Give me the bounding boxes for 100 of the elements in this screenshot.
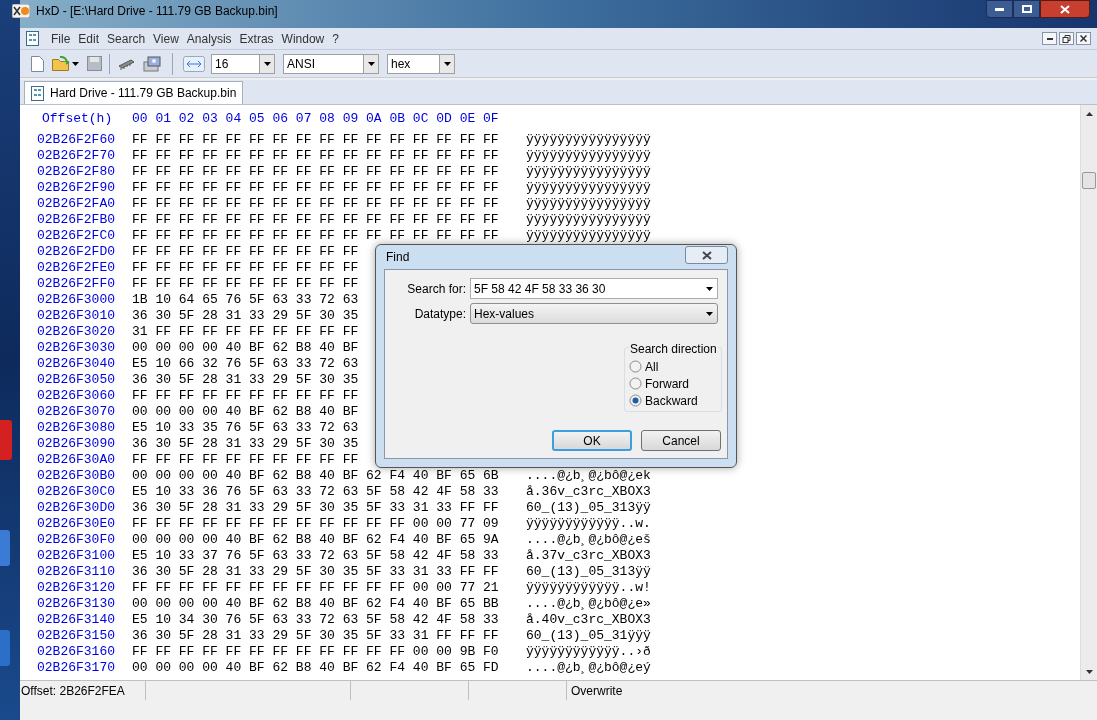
offset-cell: 02B26F3120 [37,580,115,595]
dialog-button[interactable]: Cancel [641,430,721,451]
dropdown[interactable]: 16 [211,53,275,74]
offset-cell: 02B26F2F90 [37,180,115,195]
offset-cell: 02B26F30C0 [37,484,115,499]
document-tab[interactable]: Hard Drive - 111.79 GB Backup.bin [24,81,244,104]
minimize-button[interactable] [1042,32,1057,45]
menu-item[interactable]: View [149,29,183,48]
app-icon [12,4,30,18]
offset-cell: 02B26F3170 [37,660,115,675]
offset-cell: 02B26F30D0 [37,500,115,515]
ascii-text: 60_(13)_05_313ÿÿ [526,564,651,580]
window-title: HxD - [E:\Hard Drive - 111.79 GB Backup.bin] [36,3,278,20]
menu-item[interactable]: Search [103,29,150,48]
hex-bytes: FF FF FF FF FF FF FF FF FF FF FF FF 00 00 9B F0 [132,644,499,659]
caret-icon [72,61,79,66]
radio-button[interactable] [629,394,642,407]
close-button[interactable] [685,246,728,264]
hex-bytes: FF FF FF FF FF FF FF FF FF FF FF FF 00 00 77 21 [132,580,499,595]
menu-item[interactable]: File [47,29,75,48]
offset-cell: 02B26F3130 [37,596,115,611]
hex-bytes: FF FF FF FF FF FF FF FF FF FF FF FF FF FF FF FF [132,196,499,211]
hex-bytes: E5 10 33 36 76 5F 63 33 72 63 5F 58 42 4F 58 33 [132,484,499,499]
hex-bytes: FF FF FF FF FF FF FF FF FF FF FF FF FF FF FF FF [132,164,499,179]
hex-bytes: FF FF FF FF FF FF FF FF FF FF [132,260,359,275]
restore-icon [1062,34,1071,43]
offset-cell: 02B26F3140 [37,612,115,627]
chip-icon [117,57,135,70]
hex-bytes: FF FF FF FF FF FF FF FF FF FF FF FF FF FF FF FF [132,180,499,195]
open-disk-button[interactable] [142,53,162,74]
menu-item[interactable]: Edit [74,29,104,48]
ascii-text: ....@¿b¸@¿bô@¿e» [526,596,651,612]
radio-button[interactable] [629,377,642,390]
restore-button[interactable] [1059,32,1074,45]
ascii-text: ÿÿÿÿÿÿÿÿÿÿÿÿÿÿÿÿ [526,196,651,212]
hex-bytes: 36 30 5F 28 31 33 29 5F 30 35 5F 33 31 33 FF FF [132,564,499,579]
hex-bytes: 36 30 5F 28 31 33 29 5F 30 35 5F 33 31 FF FF FF [132,628,499,643]
document-icon [30,55,44,72]
radio-option[interactable]: All [629,358,721,375]
close-icon [1060,4,1070,14]
hex-bytes: E5 10 33 35 76 5F 63 33 72 63 [132,420,359,435]
open-button[interactable] [52,53,79,74]
dialog-title: Find [385,249,410,266]
menu-item[interactable]: Window [277,29,329,48]
offset-cell: 02B26F3010 [37,308,115,323]
desktop-icon [0,420,12,460]
datatype-dropdown[interactable]: Hex-values [470,303,718,324]
field-label: Datatype: [413,305,467,323]
document-icon [31,85,44,101]
menu-item[interactable]: ? [328,29,343,48]
hex-bytes: 36 30 5F 28 31 33 29 5F 30 35 [132,308,359,323]
hex-bytes: 36 30 5F 28 31 33 29 5F 30 35 [132,436,359,451]
offset-cell: 02B26F3040 [37,356,115,371]
offset-cell: 02B26F2F80 [37,164,115,179]
offset-cell: 02B26F2FB0 [37,212,115,227]
caret-icon [367,61,375,66]
hex-bytes: FF FF FF FF FF FF FF FF FF FF FF FF FF FF FF FF [132,212,499,227]
dropdown[interactable]: hex [387,53,455,74]
hex-bytes: FF FF FF FF FF FF FF FF FF FF [132,276,359,291]
scrollbar[interactable] [1080,105,1097,680]
offset-cell: 02B26F3030 [37,340,115,355]
new-file-button[interactable] [28,53,46,74]
offset-cell: 02B26F2FF0 [37,276,115,291]
ascii-text: å.37v_c3rc_XBOX3 [526,548,651,564]
radio-button[interactable] [629,360,642,373]
save-button[interactable] [85,53,103,74]
radio-option[interactable]: Backward [629,392,721,409]
close-button[interactable] [1040,0,1090,18]
menu-item[interactable]: Extras [235,29,278,48]
minimize-icon [995,7,1004,11]
hex-bytes: 36 30 5F 28 31 33 29 5F 30 35 [132,372,359,387]
close-button[interactable] [1076,32,1091,45]
scroll-thumb[interactable] [1082,172,1096,189]
minimize-button[interactable] [986,0,1013,18]
search-field[interactable]: 5F 58 42 4F 58 33 36 30 [470,278,718,299]
radio-option[interactable]: Forward [629,375,721,392]
column-header: 00 01 02 03 04 05 06 07 08 09 0A 0B 0C 0D 0E 0F [132,111,499,127]
hex-bytes: FF FF FF FF FF FF FF FF FF FF [132,388,359,403]
hex-bytes: 36 30 5F 28 31 33 29 5F 30 35 5F 33 31 33 FF FF [132,500,499,515]
offset-cell: 02B26F3160 [37,644,115,659]
caret-icon [706,286,713,291]
maximize-button[interactable] [1013,0,1040,18]
hex-bytes: 00 00 00 00 40 BF 62 B8 40 BF 62 F4 40 BF 65 BB [132,596,499,611]
ascii-text: ....@¿b¸@¿bô@¿eý [526,660,651,676]
ascii-text: ÿÿÿÿÿÿÿÿÿÿÿÿÿÿÿÿ [526,164,651,180]
disk-drive-icon [143,55,161,72]
ascii-text: ÿÿÿÿÿÿÿÿÿÿÿÿ..›ð [526,644,651,660]
arrows-icon [183,55,205,72]
caret-icon [263,61,271,66]
dialog-button[interactable]: OK [552,430,632,451]
hex-bytes: 1B 10 64 65 76 5F 63 33 72 63 [132,292,359,307]
close-icon [1080,35,1087,42]
hex-bytes: E5 10 34 30 76 5F 63 33 72 63 5F 58 42 4F 58 33 [132,612,499,627]
ascii-text: ÿÿÿÿÿÿÿÿÿÿÿÿÿÿÿÿ [526,228,651,244]
offset-cell: 02B26F2FC0 [37,228,115,243]
hex-bytes: FF FF FF FF FF FF FF FF FF FF FF FF FF FF FF FF [132,148,499,163]
menu-item[interactable]: Analysis [182,29,236,48]
offset-status: Offset: 2B26F2FEA [21,682,125,700]
ascii-text: 60_(13)_05_313ÿÿ [526,500,651,516]
dropdown[interactable]: ANSI [283,53,379,74]
